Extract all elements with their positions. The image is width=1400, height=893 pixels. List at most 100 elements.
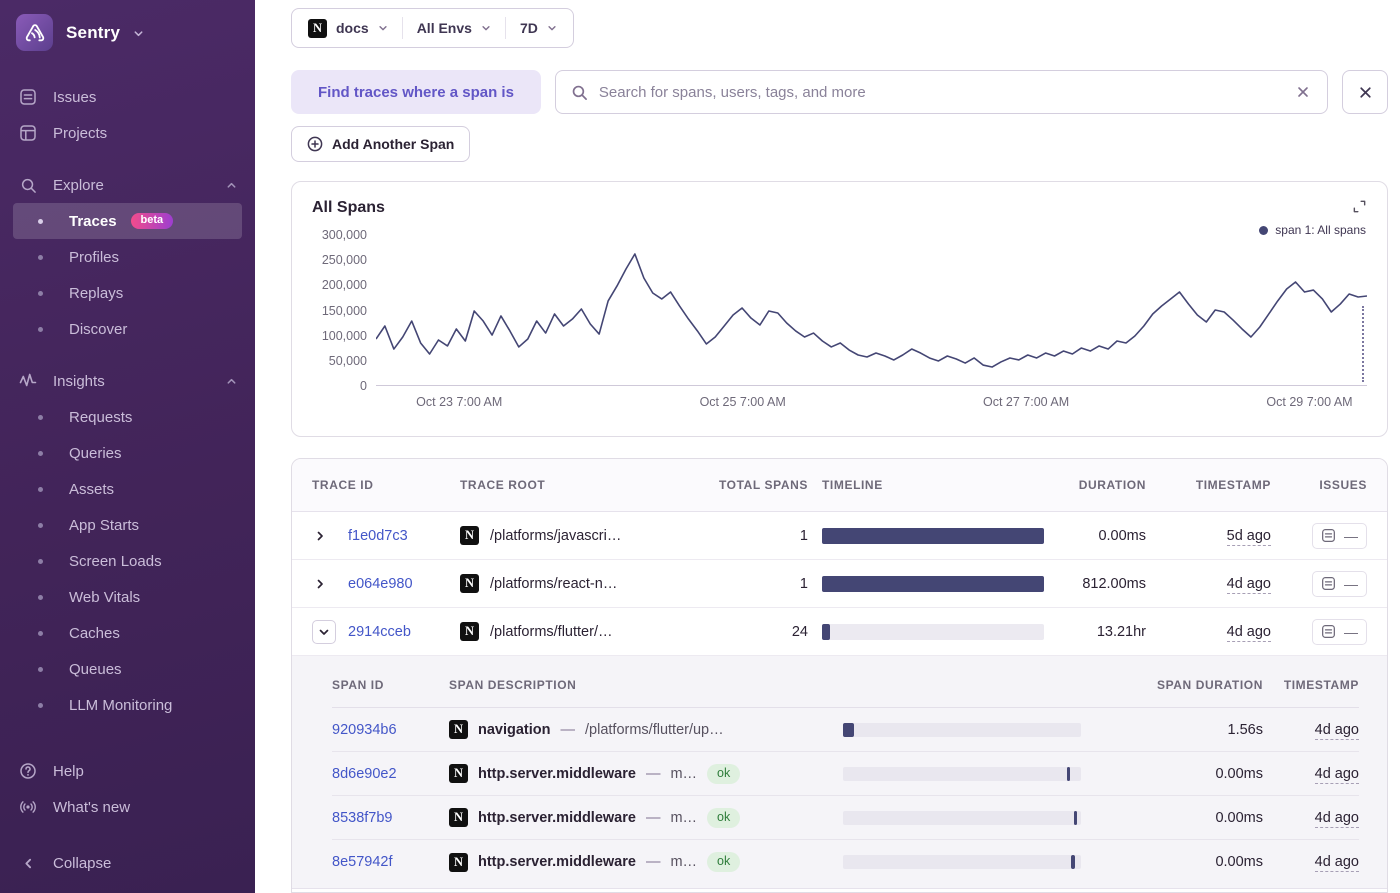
span-timestamp-value[interactable]: 4d ago bbox=[1315, 766, 1359, 784]
sidebar-item-replays[interactable]: Replays bbox=[0, 275, 255, 311]
sidebar-item-llm-monitoring[interactable]: LLM Monitoring bbox=[0, 687, 255, 723]
sidebar-item-requests[interactable]: Requests bbox=[0, 399, 255, 435]
timeline-bar bbox=[822, 528, 1044, 544]
trace-id-link[interactable]: 2914cceb bbox=[348, 624, 411, 640]
bullet-icon bbox=[38, 523, 43, 528]
timestamp-value[interactable]: 4d ago bbox=[1227, 576, 1271, 594]
collapse-row-button[interactable] bbox=[312, 620, 336, 644]
environment-selector[interactable]: All Envs bbox=[403, 9, 505, 47]
span-timeline-bar bbox=[1074, 811, 1077, 825]
org-switcher[interactable]: Sentry bbox=[0, 0, 255, 63]
span-id-link[interactable]: 920934b6 bbox=[332, 722, 397, 738]
trace-id-link[interactable]: f1e0d7c3 bbox=[348, 528, 408, 544]
span-duration-value: 0.00ms bbox=[1081, 810, 1263, 826]
span-table-header-row: SPAN ID SPAN DESCRIPTION SPAN DURATION T… bbox=[332, 662, 1359, 708]
x-axis: Oct 23 7:00 AMOct 25 7:00 AMOct 27 7:00 … bbox=[376, 386, 1367, 414]
sidebar-item-assets[interactable]: Assets bbox=[0, 471, 255, 507]
close-span-row-button[interactable] bbox=[1342, 70, 1388, 114]
sidebar-item-label: Collapse bbox=[53, 855, 111, 872]
find-traces-label: Find traces where a span is bbox=[291, 70, 541, 114]
sidebar-item-profiles[interactable]: Profiles bbox=[0, 239, 255, 275]
span-id-link[interactable]: 8d6e90e2 bbox=[332, 766, 397, 782]
span-description: m… bbox=[670, 766, 697, 782]
environment-selector-label: All Envs bbox=[417, 20, 472, 36]
add-another-span-button[interactable]: Add Another Span bbox=[291, 126, 470, 162]
project-selector-label: docs bbox=[336, 20, 369, 36]
span-timeline-track bbox=[843, 811, 1081, 825]
sidebar-item-what-s-new[interactable]: What's new bbox=[0, 789, 255, 825]
sidebar-item-discover[interactable]: Discover bbox=[0, 311, 255, 347]
total-spans-value: 1 bbox=[712, 528, 808, 544]
issues-indicator[interactable]: — bbox=[1312, 571, 1367, 597]
issues-indicator[interactable]: — bbox=[1312, 523, 1367, 549]
span-search-box bbox=[555, 70, 1328, 114]
sidebar-item-web-vitals[interactable]: Web Vitals bbox=[0, 579, 255, 615]
sidebar-item-label: Replays bbox=[69, 285, 123, 302]
span-timestamp-value[interactable]: 4d ago bbox=[1315, 810, 1359, 828]
status-badge: ok bbox=[707, 764, 740, 784]
col-header-span-description: SPAN DESCRIPTION bbox=[449, 678, 843, 692]
sidebar-item-issues[interactable]: Issues bbox=[0, 79, 255, 115]
sidebar-item-collapse[interactable]: Collapse bbox=[0, 845, 255, 881]
bullet-icon bbox=[38, 703, 43, 708]
col-header-trace-id: TRACE ID bbox=[312, 478, 460, 492]
expand-row-button[interactable] bbox=[312, 576, 328, 592]
sidebar-item-queues[interactable]: Queues bbox=[0, 651, 255, 687]
status-badge: ok bbox=[707, 808, 740, 828]
span-id-link[interactable]: 8e57942f bbox=[332, 854, 392, 870]
sidebar-item-app-starts[interactable]: App Starts bbox=[0, 507, 255, 543]
y-axis-label: 250,000 bbox=[322, 252, 367, 268]
expand-row-button[interactable] bbox=[312, 528, 328, 544]
project-selector[interactable]: N docs bbox=[294, 9, 402, 47]
expand-chart-button[interactable] bbox=[1350, 197, 1369, 216]
sidebar-item-projects[interactable]: Projects bbox=[0, 115, 255, 151]
clear-search-icon[interactable] bbox=[1294, 83, 1312, 101]
expanded-spans-block: SPAN ID SPAN DESCRIPTION SPAN DURATION T… bbox=[292, 656, 1387, 889]
issues-count-placeholder: — bbox=[1344, 624, 1358, 640]
x-axis-label: Oct 25 7:00 AM bbox=[700, 395, 786, 409]
span-timeline-bar bbox=[1067, 767, 1070, 781]
sidebar-section-insights[interactable]: Insights bbox=[0, 363, 255, 399]
platform-icon: N bbox=[449, 808, 468, 827]
line-series bbox=[376, 235, 1367, 385]
trace-row: 2914cceb N /platforms/flutter/… 24 13.21… bbox=[292, 608, 1387, 656]
help-icon bbox=[18, 762, 38, 780]
span-description: /platforms/flutter/up… bbox=[585, 722, 724, 738]
sidebar-item-screen-loads[interactable]: Screen Loads bbox=[0, 543, 255, 579]
beta-badge: beta bbox=[131, 213, 174, 229]
total-spans-value: 24 bbox=[712, 624, 808, 640]
sentry-logo-icon bbox=[16, 14, 53, 51]
sidebar-item-help[interactable]: Help bbox=[0, 753, 255, 789]
date-range-selector-label: 7D bbox=[520, 20, 538, 36]
timestamp-value[interactable]: 5d ago bbox=[1227, 528, 1271, 546]
platform-icon: N bbox=[449, 853, 468, 872]
status-badge: ok bbox=[707, 852, 740, 872]
chevron-right-icon bbox=[314, 530, 326, 542]
sidebar-item-queries[interactable]: Queries bbox=[0, 435, 255, 471]
sidebar-item-label: Requests bbox=[69, 409, 132, 426]
span-op: http.server.middleware bbox=[478, 810, 636, 826]
close-icon bbox=[1358, 85, 1373, 100]
issues-indicator[interactable]: — bbox=[1312, 619, 1367, 645]
span-id-link[interactable]: 8538f7b9 bbox=[332, 810, 392, 826]
sidebar-section-explore[interactable]: Explore bbox=[0, 167, 255, 203]
duration-value: 0.00ms bbox=[1044, 528, 1146, 544]
sidebar-item-caches[interactable]: Caches bbox=[0, 615, 255, 651]
chevron-up-icon bbox=[226, 376, 237, 387]
span-timeline-bar bbox=[843, 723, 854, 737]
fullscreen-icon bbox=[1352, 199, 1367, 214]
chevron-down-icon bbox=[481, 23, 491, 33]
span-timeline-track bbox=[843, 855, 1081, 869]
timestamp-value[interactable]: 4d ago bbox=[1227, 624, 1271, 642]
trace-id-link[interactable]: e064e980 bbox=[348, 576, 413, 592]
span-timestamp-value[interactable]: 4d ago bbox=[1315, 722, 1359, 740]
chart-plot-area[interactable] bbox=[376, 235, 1367, 386]
brand-name: Sentry bbox=[66, 23, 120, 43]
timeline-track bbox=[822, 528, 1044, 544]
sidebar-item-traces[interactable]: Traces beta bbox=[13, 203, 242, 239]
broadcast-icon bbox=[18, 798, 38, 816]
search-input[interactable] bbox=[599, 84, 1283, 101]
sidebar-item-label: Web Vitals bbox=[69, 589, 140, 606]
date-range-selector[interactable]: 7D bbox=[506, 9, 571, 47]
span-timestamp-value[interactable]: 4d ago bbox=[1315, 854, 1359, 872]
